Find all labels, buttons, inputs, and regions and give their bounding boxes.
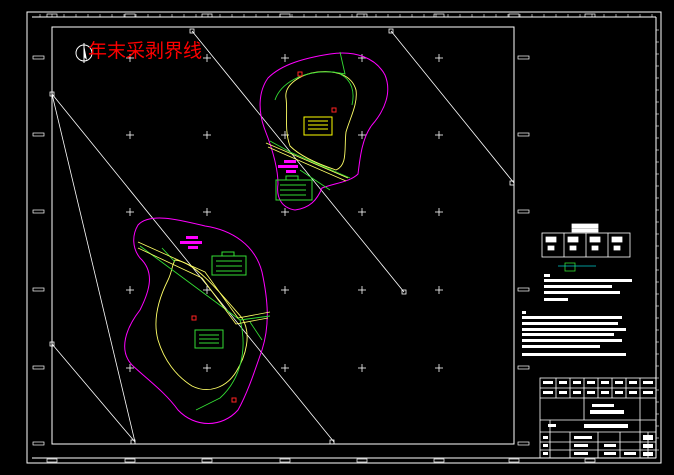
section-lines	[51, 30, 515, 443]
grid-cross-icon	[126, 286, 134, 294]
grid-cross-icon	[358, 208, 366, 216]
outer-frame	[26, 11, 662, 464]
lower-contour-green	[139, 245, 271, 411]
lower-green-block-b	[194, 329, 224, 349]
grid-cross-icon	[435, 208, 443, 216]
upper-magenta-label	[278, 160, 298, 173]
grid-cross-icon	[435, 364, 443, 372]
grid-cross-icon	[281, 208, 289, 216]
upper-haul-road	[265, 142, 349, 182]
title-block	[539, 377, 657, 459]
grid-cross-icon	[126, 131, 134, 139]
grid-cross-icon	[435, 131, 443, 139]
lower-magenta-label	[180, 236, 202, 249]
lower-pit[interactable]	[124, 217, 271, 424]
frame-ticks	[32, 13, 659, 463]
grid-cross-icon	[203, 364, 211, 372]
legend-text-lines	[522, 274, 632, 356]
legend-table-icon	[541, 223, 631, 258]
inner-frame	[51, 26, 515, 445]
drawing-title: 年末采剥界线	[88, 40, 203, 62]
grid-cross-icon	[358, 286, 366, 294]
grid-cross-icon	[281, 364, 289, 372]
grid-cross-icon	[203, 131, 211, 139]
small-markers	[49, 28, 515, 445]
upper-red-markers	[297, 71, 337, 113]
grid-cross-icon	[203, 208, 211, 216]
grid-cross-icon	[435, 54, 443, 62]
upper-green-block	[275, 175, 313, 201]
grid-cross-icon	[281, 54, 289, 62]
grid-cross-icon	[281, 286, 289, 294]
lower-contour-yellow	[155, 259, 248, 390]
cad-drawing-canvas[interactable]	[0, 0, 674, 475]
lower-green-block-a	[211, 251, 247, 276]
grid-cross-icon	[203, 286, 211, 294]
grid-cross-icon	[203, 54, 211, 62]
grid-cross-icon	[358, 364, 366, 372]
upper-yellow-block	[303, 116, 333, 136]
grid-cross-icon	[435, 286, 443, 294]
upper-pit[interactable]	[259, 51, 389, 211]
grid-cross-icons	[126, 54, 443, 372]
lower-haul-road	[137, 241, 271, 325]
grid-cross-icon	[126, 208, 134, 216]
legend-marker-icon	[564, 262, 576, 272]
